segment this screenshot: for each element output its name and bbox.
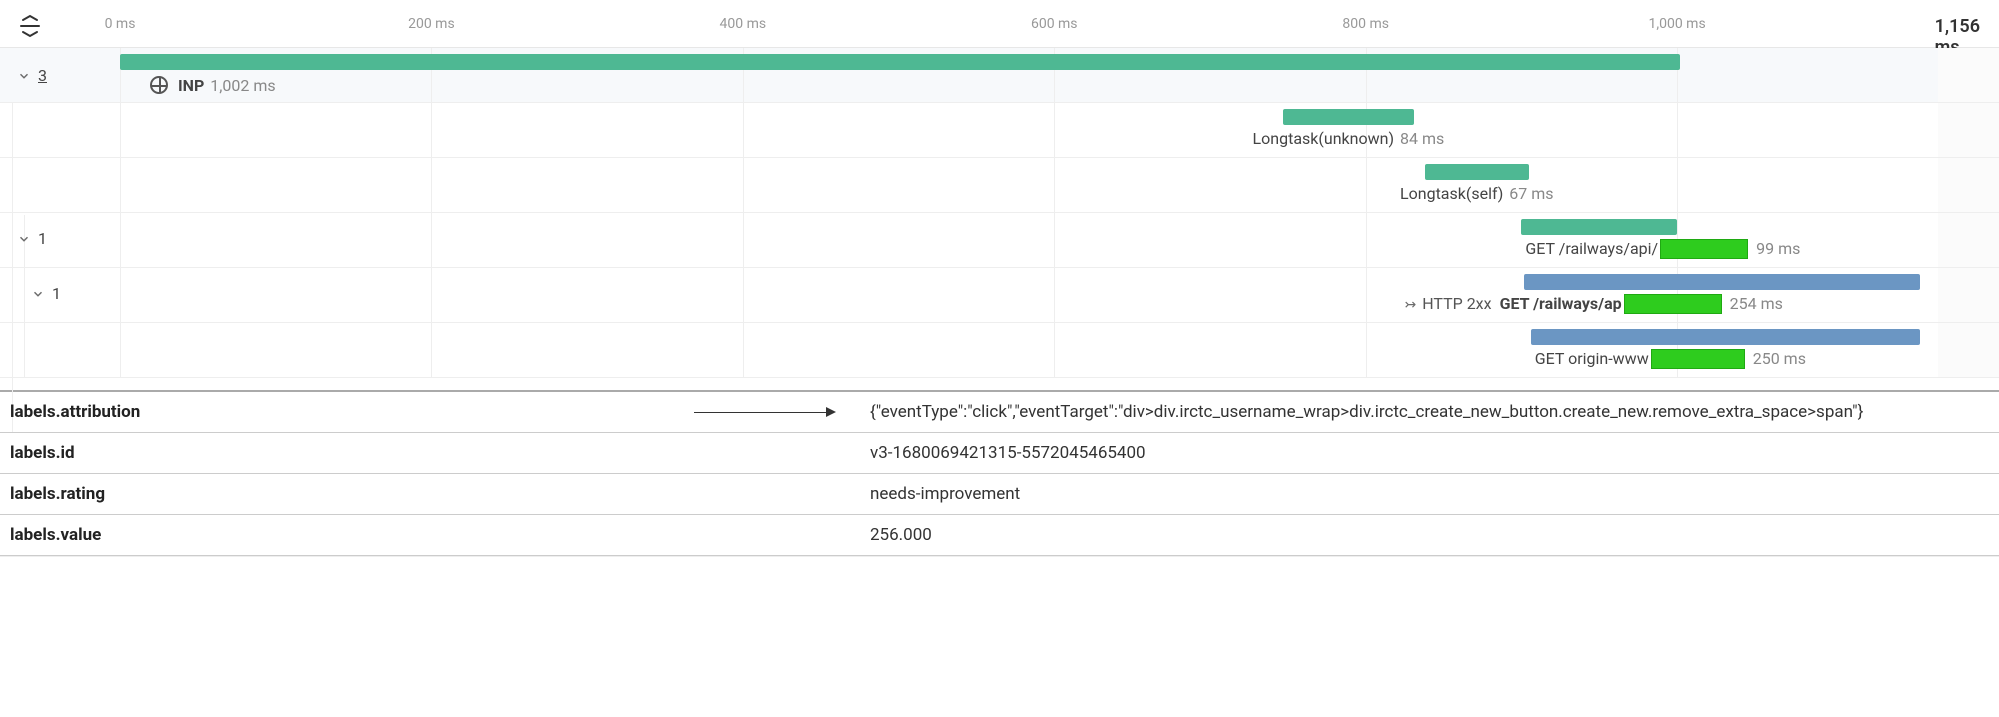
span-bar[interactable]	[120, 54, 1680, 70]
span-row[interactable]: 1 ↣ HTTP 2xx GET /railways/ap 254 ms	[0, 268, 1999, 323]
span-label: Longtask(self) 67 ms	[1400, 184, 1554, 203]
redacted-text	[1651, 349, 1745, 369]
span-duration: 250 ms	[1753, 349, 1806, 368]
timeline: 0 ms200 ms400 ms600 ms800 ms1,000 ms1,15…	[0, 0, 1999, 378]
ruler-tick: 200 ms	[408, 16, 455, 32]
span-row[interactable]: GET origin-www 250 ms	[0, 323, 1999, 378]
span-duration: 1,002 ms	[210, 76, 275, 95]
globe-icon	[150, 76, 168, 94]
span-title: Longtask(unknown)	[1253, 129, 1395, 148]
ruler-tick: 0 ms	[105, 16, 136, 32]
chevron-down-icon[interactable]	[28, 284, 48, 304]
span-label: Longtask(unknown) 84 ms	[1253, 129, 1445, 148]
http-status: HTTP 2xx	[1422, 294, 1491, 313]
span-label: GET /railways/api/99 ms	[1525, 239, 1800, 259]
span-bar[interactable]	[1283, 109, 1414, 125]
span-title: GET /railways/api/	[1525, 239, 1658, 258]
ruler-tick: 400 ms	[720, 16, 767, 32]
details-value: {"eventType":"click","eventTarget":"div>…	[870, 402, 1989, 422]
details-key: labels.value	[10, 525, 850, 545]
span-duration: 67 ms	[1509, 184, 1553, 203]
span-duration: 254 ms	[1730, 294, 1783, 313]
span-duration: 84 ms	[1400, 129, 1444, 148]
span-label: INP 1,002 ms	[150, 76, 276, 95]
span-child-count: 1	[38, 229, 47, 248]
span-bar[interactable]	[1425, 164, 1529, 180]
span-title: GET origin-www	[1535, 349, 1649, 368]
details-row: labels.attribution {"eventType":"click","…	[0, 392, 1999, 433]
details-key: labels.attribution	[10, 402, 850, 422]
span-row[interactable]: Longtask(unknown) 84 ms	[0, 103, 1999, 158]
chevron-down-icon[interactable]	[14, 229, 34, 249]
arrow-icon	[694, 412, 834, 413]
redacted-text	[1624, 294, 1722, 314]
http-out-icon: ↣	[1404, 297, 1416, 313]
redacted-text	[1660, 239, 1748, 259]
details-key: labels.rating	[10, 484, 850, 504]
details-value: 256.000	[870, 525, 1989, 545]
span-duration: 99 ms	[1756, 239, 1800, 258]
span-bar[interactable]	[1524, 274, 1920, 290]
span-row[interactable]: 1 GET /railways/api/99 ms	[0, 213, 1999, 268]
details-value: needs-improvement	[870, 484, 1989, 504]
span-title: INP	[178, 76, 204, 95]
details-row: labels.value 256.000	[0, 515, 1999, 556]
time-ruler: 0 ms200 ms400 ms600 ms800 ms1,000 ms1,15…	[0, 0, 1999, 48]
span-title: GET /railways/ap	[1500, 294, 1622, 313]
details-row: labels.id v3-1680069421315-5572045465400	[0, 433, 1999, 474]
span-bar[interactable]	[1521, 219, 1677, 235]
span-title: Longtask(self)	[1400, 184, 1503, 203]
chevron-down-icon[interactable]	[14, 66, 34, 86]
details-table: labels.attribution {"eventType":"click","…	[0, 390, 1999, 557]
span-rows: 3INP1,002 msLongtask(unknown)84 msLongta…	[0, 48, 1999, 378]
span-child-count: 1	[52, 284, 61, 303]
span-child-count[interactable]: 3	[38, 66, 47, 85]
span-row[interactable]: Longtask(self) 67 ms	[0, 158, 1999, 213]
ruler-tick: 1,000 ms	[1648, 16, 1705, 32]
ruler-tick: 800 ms	[1342, 16, 1389, 32]
ruler-tick: 600 ms	[1031, 16, 1078, 32]
span-label: ↣ HTTP 2xx GET /railways/ap 254 ms	[1404, 294, 1782, 314]
details-value: v3-1680069421315-5572045465400	[870, 443, 1989, 463]
span-label: GET origin-www 250 ms	[1535, 349, 1806, 369]
span-bar[interactable]	[1531, 329, 1920, 345]
details-row: labels.rating needs-improvement	[0, 474, 1999, 515]
span-row[interactable]: 3 INP 1,002 ms	[0, 48, 1999, 103]
collapse-all-icon[interactable]	[18, 14, 42, 38]
details-key: labels.id	[10, 443, 850, 463]
